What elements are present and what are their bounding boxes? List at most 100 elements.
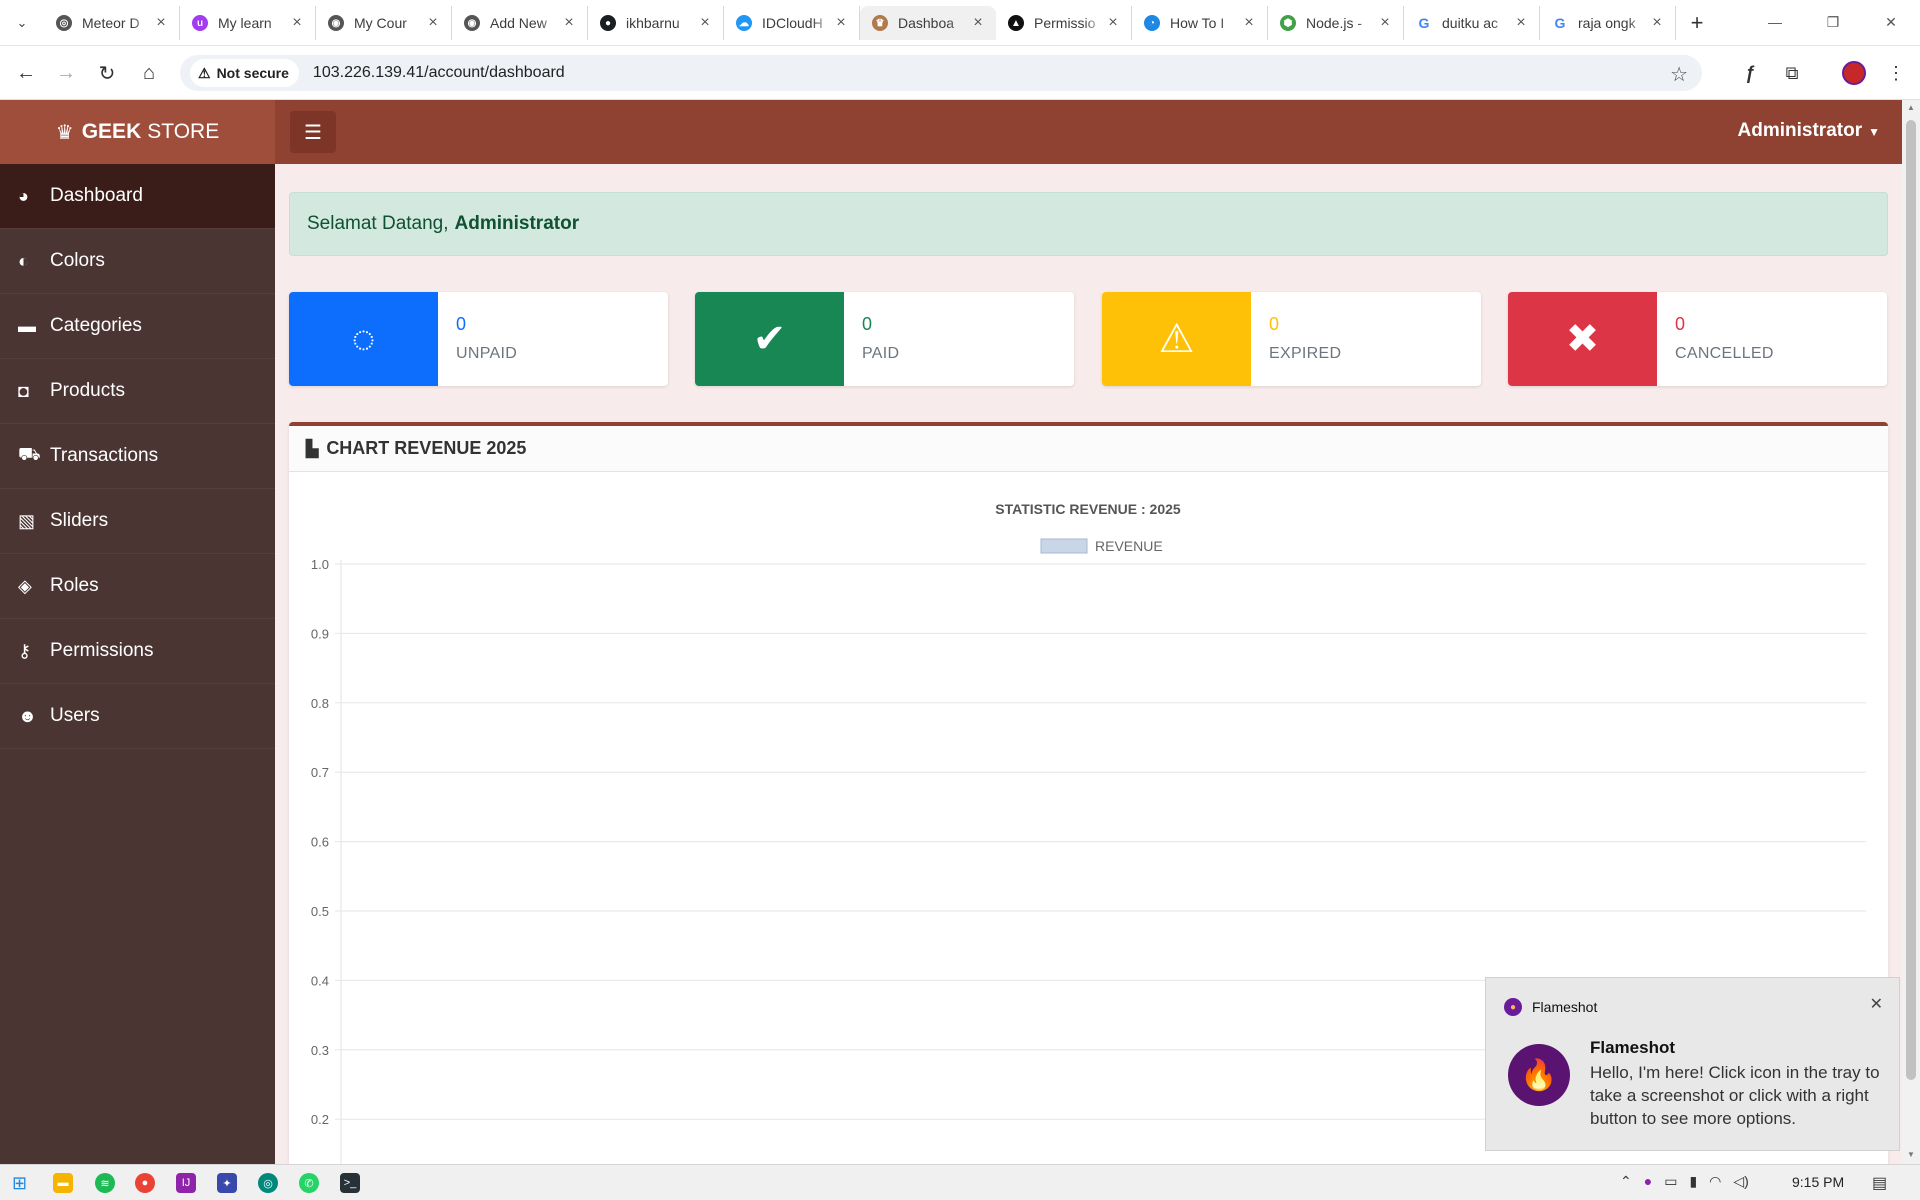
puzzle-icon[interactable]: ⧉ bbox=[1778, 59, 1806, 87]
notification-center-icon[interactable]: ▤ bbox=[1872, 1173, 1887, 1193]
restore-button[interactable]: ❐ bbox=[1804, 0, 1862, 44]
users-icon: ☻ bbox=[18, 705, 37, 726]
volume-icon[interactable]: ◁) bbox=[1733, 1173, 1748, 1190]
browser-tabs: ◎ Meteor D × u My learn × ◉ My Cour × ◉ Add New × ● i… bbox=[44, 6, 1712, 40]
tab-close-icon[interactable]: × bbox=[561, 14, 577, 32]
tab-close-icon[interactable]: × bbox=[1241, 14, 1257, 32]
times-icon: ✖ bbox=[1508, 292, 1657, 386]
tab-close-icon[interactable]: × bbox=[425, 14, 441, 32]
extension-icon[interactable]: ƒ bbox=[1736, 59, 1764, 87]
browser-tab[interactable]: ● ikhbarnu × bbox=[588, 6, 724, 40]
tab-close-icon[interactable]: × bbox=[153, 14, 169, 32]
shopping-bag-icon: ◘ bbox=[18, 380, 29, 401]
terminal-icon[interactable]: >_ bbox=[340, 1173, 360, 1193]
y-tick-label: 0.6 bbox=[311, 835, 329, 850]
welcome-alert: Selamat Datang, Administrator bbox=[289, 192, 1888, 256]
file-explorer-icon[interactable]: ▬ bbox=[53, 1173, 73, 1193]
browser-menu-icon[interactable]: ⋮ bbox=[1882, 59, 1910, 87]
store-logo-icon: ♛ bbox=[55, 121, 74, 144]
browser-tab[interactable]: ◉ Add New × bbox=[452, 6, 588, 40]
page-scrollbar[interactable]: ▲ ▼ bbox=[1902, 100, 1920, 1164]
scroll-thumb[interactable] bbox=[1906, 120, 1916, 1080]
browser-tab[interactable]: ⬢ Node.js - × bbox=[1268, 6, 1404, 40]
browser-tab[interactable]: u My learn × bbox=[180, 6, 316, 40]
geek-store-icon: ♛ bbox=[872, 15, 888, 31]
browser-tab[interactable]: ◔ How To I × bbox=[1132, 6, 1268, 40]
sidebar-item-products[interactable]: ◘ Products bbox=[0, 359, 275, 424]
sidebar-item-roles[interactable]: ◈ Roles bbox=[0, 554, 275, 619]
shield-icon: ◈ bbox=[18, 575, 32, 596]
sidebar-toggle-button[interactable]: ☰ bbox=[290, 111, 336, 153]
brand-logo[interactable]: ♛ GEEK STORE bbox=[0, 100, 275, 164]
browser-tab[interactable]: ◉ My Cour × bbox=[316, 6, 452, 40]
browser-tab[interactable]: ♛ Dashboa × bbox=[860, 6, 996, 40]
chart-card-header: ▙ CHART REVENUE 2025 bbox=[289, 426, 1888, 472]
tab-close-icon[interactable]: × bbox=[1105, 14, 1121, 32]
toast-close-icon[interactable]: ✕ bbox=[1870, 994, 1883, 1014]
stat-value: 0 bbox=[1675, 314, 1686, 334]
sidebar-item-categories[interactable]: ▬ Categories bbox=[0, 294, 275, 359]
battery-icon[interactable]: ▮ bbox=[1689, 1173, 1697, 1190]
ide-icon[interactable]: IJ bbox=[176, 1173, 196, 1193]
tab-close-icon[interactable]: × bbox=[1649, 14, 1665, 32]
tab-search-button[interactable]: ⌄ bbox=[10, 11, 34, 35]
user-menu-dropdown[interactable]: Administrator ▼ bbox=[1738, 120, 1880, 142]
taskbar-clock[interactable]: 9:15 PM bbox=[1792, 1174, 1844, 1190]
tab-close-icon[interactable]: × bbox=[697, 14, 713, 32]
flameshot-tray-icon[interactable]: ● bbox=[1644, 1173, 1652, 1190]
y-tick-label: 0.4 bbox=[311, 973, 329, 988]
address-bar[interactable]: ⚠ Not secure 103.226.139.41/account/dash… bbox=[180, 55, 1702, 91]
bookmark-star-icon[interactable]: ☆ bbox=[1670, 62, 1688, 87]
forward-button[interactable]: → bbox=[52, 59, 80, 87]
minimize-button[interactable]: — bbox=[1746, 0, 1804, 44]
close-window-button[interactable]: ✕ bbox=[1862, 0, 1920, 44]
windows-start-icon[interactable]: ⊞ bbox=[12, 1173, 27, 1194]
warning-icon: ⚠ bbox=[1102, 292, 1251, 386]
y-tick-label: 0.7 bbox=[311, 765, 329, 780]
spotify-icon[interactable]: ≋ bbox=[95, 1173, 115, 1193]
tab-title: Permissio bbox=[1034, 15, 1096, 31]
sidebar-item-transactions[interactable]: ⛟ Transactions bbox=[0, 424, 275, 489]
tab-close-icon[interactable]: × bbox=[1377, 14, 1393, 32]
reload-button[interactable]: ↻ bbox=[93, 59, 121, 87]
browser-tab[interactable]: Graja ongk × bbox=[1540, 6, 1676, 40]
whatsapp-icon[interactable]: ✆ bbox=[299, 1173, 319, 1193]
spinner-icon: ◌ bbox=[289, 292, 438, 386]
sidebar-item-colors[interactable]: ◐ Colors bbox=[0, 229, 275, 294]
scroll-down-arrow-icon[interactable]: ▼ bbox=[1905, 1150, 1917, 1159]
network-tool-icon[interactable]: ✦ bbox=[217, 1173, 237, 1193]
scroll-up-arrow-icon[interactable]: ▲ bbox=[1905, 103, 1917, 112]
chrome-icon[interactable]: ● bbox=[135, 1173, 155, 1193]
sidebar-item-users[interactable]: ☻ Users bbox=[0, 684, 275, 749]
browser-tab[interactable]: ☁ IDCloudH × bbox=[724, 6, 860, 40]
tab-close-icon[interactable]: × bbox=[833, 14, 849, 32]
sidebar-item-sliders[interactable]: ▧ Sliders bbox=[0, 489, 275, 554]
flameshot-notification[interactable]: ● Flameshot ✕ 🔥 Flameshot Hello, I'm her… bbox=[1485, 977, 1900, 1151]
tab-title: Dashboa bbox=[898, 15, 955, 31]
toast-message: Hello, I'm here! Click icon in the tray … bbox=[1590, 1063, 1880, 1128]
browser-tab[interactable]: Gduitku ac × bbox=[1404, 6, 1540, 40]
app-icon[interactable]: ◎ bbox=[258, 1173, 278, 1193]
security-chip[interactable]: ⚠ Not secure bbox=[190, 59, 299, 87]
back-button[interactable]: ← bbox=[12, 59, 40, 87]
tray-expand-icon[interactable]: ⌃ bbox=[1620, 1173, 1632, 1190]
browser-tab[interactable]: ▲ Permissio × bbox=[996, 6, 1132, 40]
sidebar-item-permissions[interactable]: ⚷ Permissions bbox=[0, 619, 275, 684]
tab-close-icon[interactable]: × bbox=[289, 14, 305, 32]
wifi-icon[interactable]: ◠ bbox=[1709, 1173, 1721, 1190]
google-icon: G bbox=[1554, 15, 1566, 31]
browser-tab-strip: ⌄ ◎ Meteor D × u My learn × ◉ My Cour × ◉ Add New ×… bbox=[0, 0, 1920, 46]
profile-avatar[interactable] bbox=[1842, 61, 1866, 85]
home-button[interactable]: ⌂ bbox=[135, 59, 163, 87]
howto-site-icon: ◔ bbox=[1144, 15, 1160, 31]
browser-tab[interactable]: ◎ Meteor D × bbox=[44, 6, 180, 40]
new-tab-button[interactable]: + bbox=[1682, 6, 1712, 40]
windows-taskbar: ⊞ ▬ ≋ ● IJ ✦ ◎ ✆ >_ ⌃ ● ▭ ▮ ◠ ◁) 9:15 PM… bbox=[0, 1164, 1920, 1200]
device-icon[interactable]: ▭ bbox=[1664, 1173, 1677, 1190]
welcome-name: Administrator bbox=[454, 213, 580, 234]
legend-label: REVENUE bbox=[1095, 538, 1163, 554]
window-controls: — ❐ ✕ bbox=[1746, 0, 1920, 44]
tab-close-icon[interactable]: × bbox=[970, 14, 986, 32]
sidebar-item-dashboard[interactable]: ◕ Dashboard bbox=[0, 164, 275, 229]
tab-close-icon[interactable]: × bbox=[1513, 14, 1529, 32]
